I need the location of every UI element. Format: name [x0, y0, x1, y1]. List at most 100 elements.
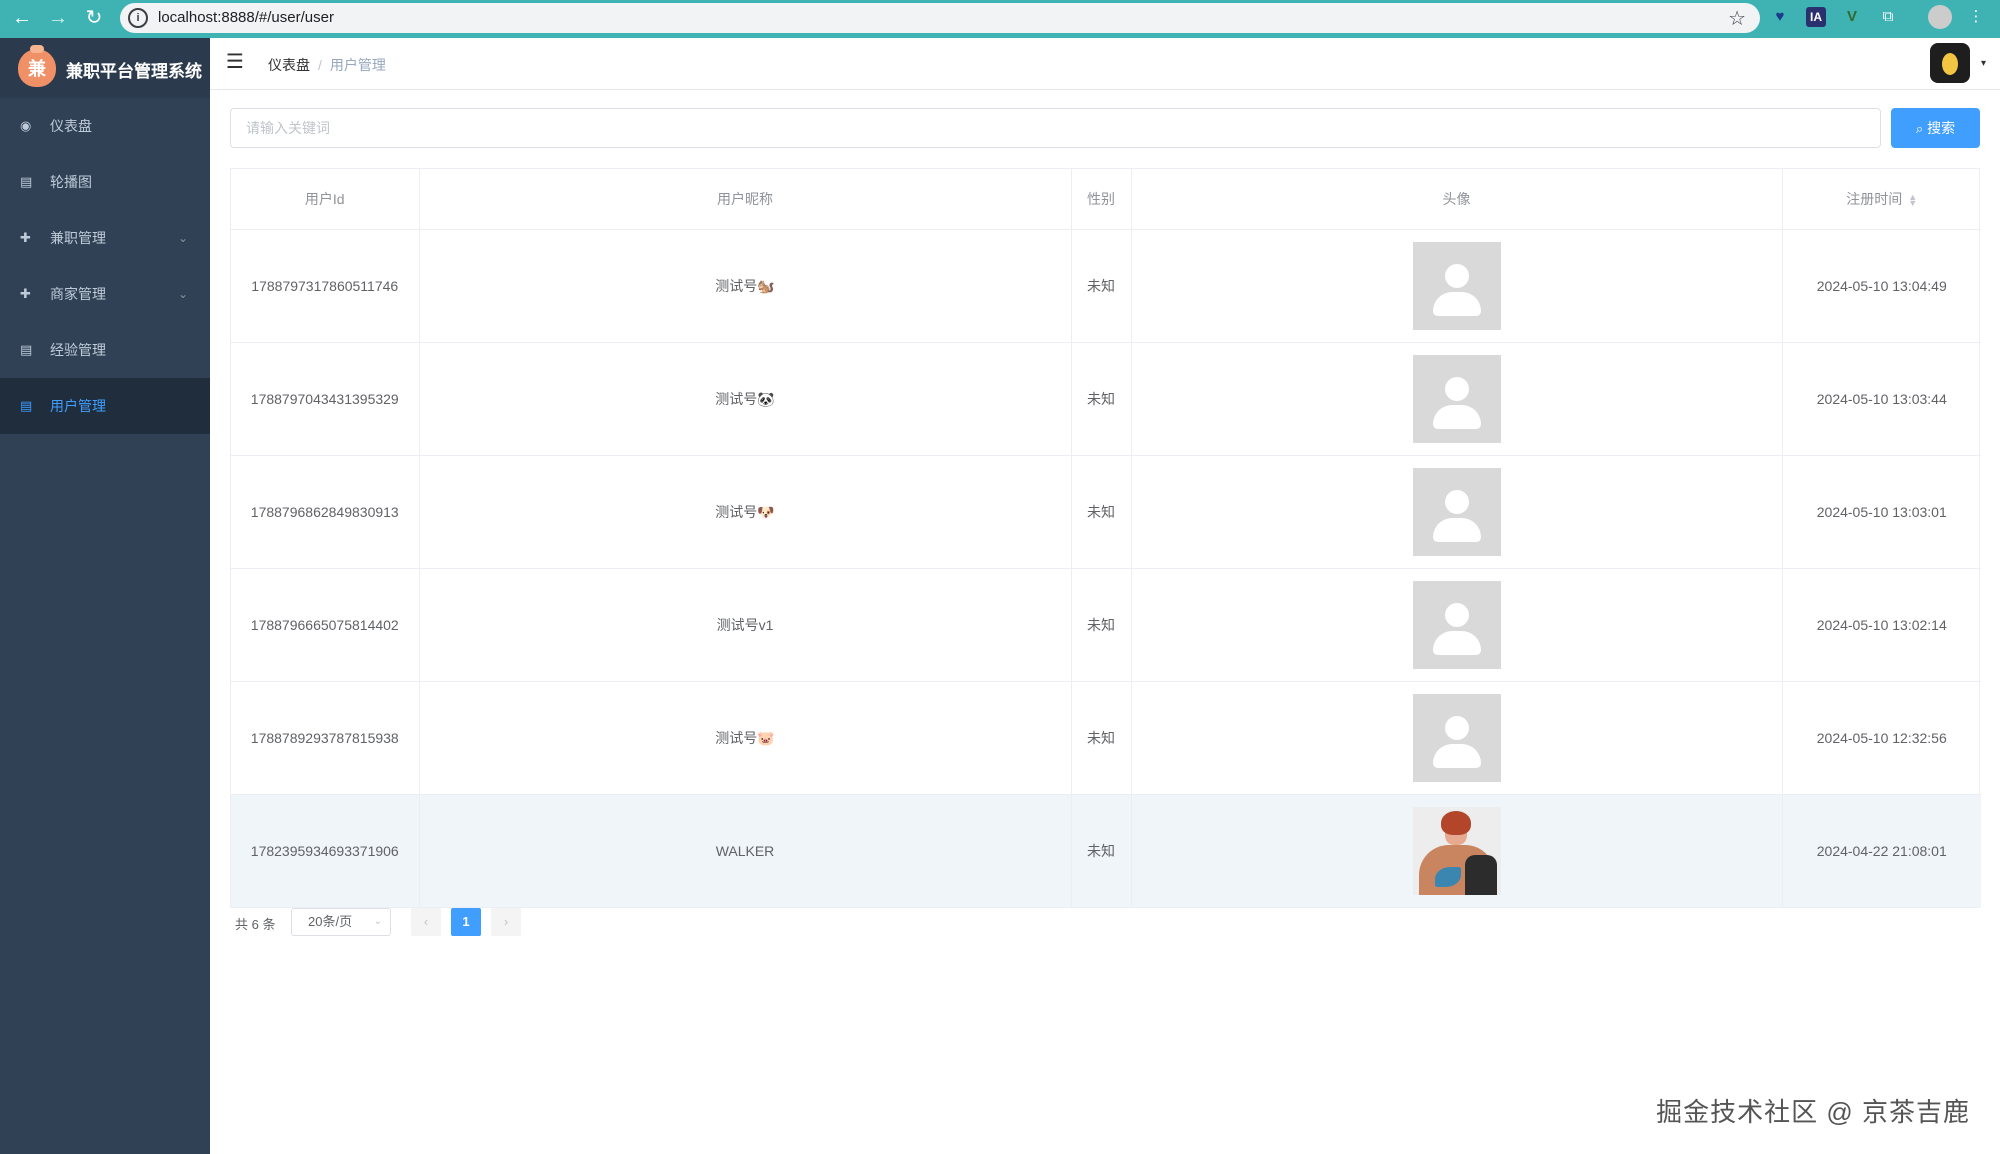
- cell-nickname: 测试号🐿️: [419, 229, 1072, 343]
- page-number-button[interactable]: 1: [451, 908, 481, 936]
- sidebar: 兼 兼职平台管理系统 ◉ 仪表盘 ▤ 轮播图 ✚ 兼职管理 ⌄ ✚ 商家管理 ⌄…: [0, 38, 210, 1154]
- table-row[interactable]: 1788796862849830913 测试号🐶 未知 2024-05-10 1…: [231, 455, 1981, 569]
- back-icon[interactable]: ←: [8, 4, 36, 32]
- cell-user-id: 1788797317860511746: [231, 229, 420, 343]
- chevron-down-icon: ⌄: [177, 231, 188, 245]
- search-icon: ⌕: [1915, 121, 1924, 136]
- brand-title: 兼职平台管理系统: [66, 62, 202, 81]
- cell-gender: 未知: [1071, 229, 1132, 343]
- extension-ia-icon[interactable]: IA: [1806, 7, 1826, 27]
- column-header-user-id: 用户Id: [231, 169, 420, 230]
- cell-user-id: 1788797043431395329: [231, 342, 420, 456]
- table-header-row: 用户Id 用户昵称 性别 头像 注册时间 ▲ ▼: [231, 169, 1981, 230]
- sidebar-item-merchant[interactable]: ✚ 商家管理 ⌄: [0, 266, 210, 322]
- cell-gender: 未知: [1071, 342, 1132, 456]
- sidebar-item-dashboard[interactable]: ◉ 仪表盘: [0, 98, 210, 154]
- bookmark-star-icon[interactable]: ☆: [1728, 6, 1746, 31]
- extension-v-icon[interactable]: V: [1840, 5, 1864, 29]
- sidebar-item-label: 仪表盘: [50, 118, 92, 134]
- user-avatar-placeholder: [1412, 693, 1501, 782]
- cell-user-id: 1782395934693371906: [231, 794, 420, 907]
- browser-menu-icon[interactable]: ⋮: [1964, 5, 1988, 29]
- column-header-gender: 性别: [1071, 169, 1132, 230]
- breadcrumb: 仪表盘 / 用户管理: [268, 55, 386, 75]
- user-avatar-placeholder: [1412, 241, 1501, 330]
- sidebar-item-experience[interactable]: ▤ 经验管理: [0, 322, 210, 378]
- document-icon: ▤: [20, 398, 33, 413]
- table-row[interactable]: 1788797317860511746 测试号🐿️ 未知 2024-05-10 …: [231, 229, 1981, 343]
- user-avatar-placeholder: [1412, 580, 1501, 669]
- sidebar-item-users[interactable]: ▤ 用户管理: [0, 378, 210, 434]
- dashboard-icon: ◉: [20, 118, 32, 133]
- search-button[interactable]: ⌕ 搜索: [1891, 108, 1980, 148]
- url-text[interactable]: localhost:8888/#/user/user: [158, 9, 334, 26]
- column-header-label: 注册时间: [1846, 190, 1903, 207]
- pagination-total: 共 6 条: [235, 917, 276, 932]
- sidebar-item-label: 商家管理: [50, 286, 106, 302]
- breadcrumb-separator: /: [318, 57, 322, 73]
- chevron-down-icon: ⌄: [177, 287, 188, 301]
- column-header-avatar: 头像: [1131, 169, 1783, 230]
- document-icon: ▤: [20, 174, 33, 189]
- cell-gender: 未知: [1071, 794, 1132, 907]
- caret-down-icon[interactable]: ▾: [1981, 58, 1986, 69]
- page-size-select[interactable]: 20条/页 ⌄: [291, 908, 391, 936]
- sort-caret-icon[interactable]: ▲ ▼: [1908, 193, 1917, 208]
- sidebar-item-label: 用户管理: [50, 398, 106, 414]
- column-header-nickname: 用户昵称: [419, 169, 1072, 230]
- cell-register-time: 2024-05-10 13:03:44: [1782, 342, 1981, 456]
- sidebar-item-label: 经验管理: [50, 342, 106, 358]
- cell-avatar: [1131, 342, 1783, 456]
- cell-user-id: 1788796862849830913: [231, 455, 420, 569]
- cell-user-id: 1788789293787815938: [231, 681, 420, 795]
- sidebar-item-carousel[interactable]: ▤ 轮播图: [0, 154, 210, 210]
- hamburger-icon[interactable]: ☰: [226, 52, 244, 72]
- address-bar[interactable]: i localhost:8888/#/user/user ☆: [120, 3, 1760, 33]
- forward-icon[interactable]: →: [44, 4, 72, 32]
- cell-register-time: 2024-05-10 13:02:14: [1782, 568, 1981, 682]
- next-page-button[interactable]: ›: [491, 908, 521, 936]
- brand-logo: 兼: [18, 45, 56, 87]
- cell-nickname: 测试号🐶: [419, 455, 1072, 569]
- brand-header[interactable]: 兼 兼职平台管理系统: [0, 38, 210, 98]
- reload-icon[interactable]: ↻: [80, 4, 108, 32]
- top-navbar: ☰ 仪表盘 / 用户管理 ▾: [210, 38, 2000, 90]
- table-row[interactable]: 1782395934693371906 WALKER 未知 2024-04-22…: [231, 794, 1981, 907]
- extensions-puzzle-icon[interactable]: ⧉: [1876, 5, 1900, 29]
- table-row[interactable]: 1788789293787815938 测试号🐷 未知 2024-05-10 1…: [231, 681, 1981, 795]
- avatar[interactable]: [1930, 43, 1970, 83]
- site-info-icon[interactable]: i: [128, 8, 148, 28]
- column-header-register-time[interactable]: 注册时间 ▲ ▼: [1782, 169, 1981, 230]
- prev-page-button[interactable]: ‹: [411, 908, 441, 936]
- sidebar-item-parttime[interactable]: ✚ 兼职管理 ⌄: [0, 210, 210, 266]
- table-row[interactable]: 1788796665075814402 测试号v1 未知 2024-05-10 …: [231, 568, 1981, 682]
- sidebar-item-label: 兼职管理: [50, 230, 106, 246]
- user-table: 用户Id 用户昵称 性别 头像 注册时间 ▲ ▼ 17887973178605117…: [230, 168, 1981, 908]
- sort-down-icon[interactable]: ▼: [1908, 198, 1917, 208]
- cell-avatar: [1131, 455, 1783, 569]
- page-size-value: 20条/页: [308, 914, 353, 929]
- extension-pin-icon[interactable]: ♥: [1768, 5, 1792, 29]
- table-row[interactable]: 1788797043431395329 测试号🐼 未知 2024-05-10 1…: [231, 342, 1981, 456]
- cell-avatar: [1131, 229, 1783, 343]
- plus-circle-icon: ✚: [20, 286, 31, 301]
- plus-circle-icon: ✚: [20, 230, 31, 245]
- cell-nickname: 测试号🐼: [419, 342, 1072, 456]
- breadcrumb-current: 用户管理: [329, 57, 386, 73]
- cell-nickname: 测试号🐷: [419, 681, 1072, 795]
- cell-gender: 未知: [1071, 681, 1132, 795]
- watermark: 掘金技术社区 @ 京茶吉鹿: [1656, 1097, 1970, 1127]
- chevron-down-icon: ⌄: [373, 916, 382, 927]
- cell-gender: 未知: [1071, 568, 1132, 682]
- cell-user-id: 1788796665075814402: [231, 568, 420, 682]
- document-icon: ▤: [20, 342, 33, 357]
- user-avatar-photo: [1412, 806, 1501, 895]
- search-input[interactable]: [230, 108, 1881, 148]
- cell-register-time: 2024-05-10 13:04:49: [1782, 229, 1981, 343]
- cell-avatar: [1131, 794, 1783, 907]
- cell-nickname: 测试号v1: [419, 568, 1072, 682]
- breadcrumb-home[interactable]: 仪表盘: [268, 57, 310, 73]
- browser-profile-avatar[interactable]: [1928, 5, 1952, 29]
- cell-avatar: [1131, 681, 1783, 795]
- cell-gender: 未知: [1071, 455, 1132, 569]
